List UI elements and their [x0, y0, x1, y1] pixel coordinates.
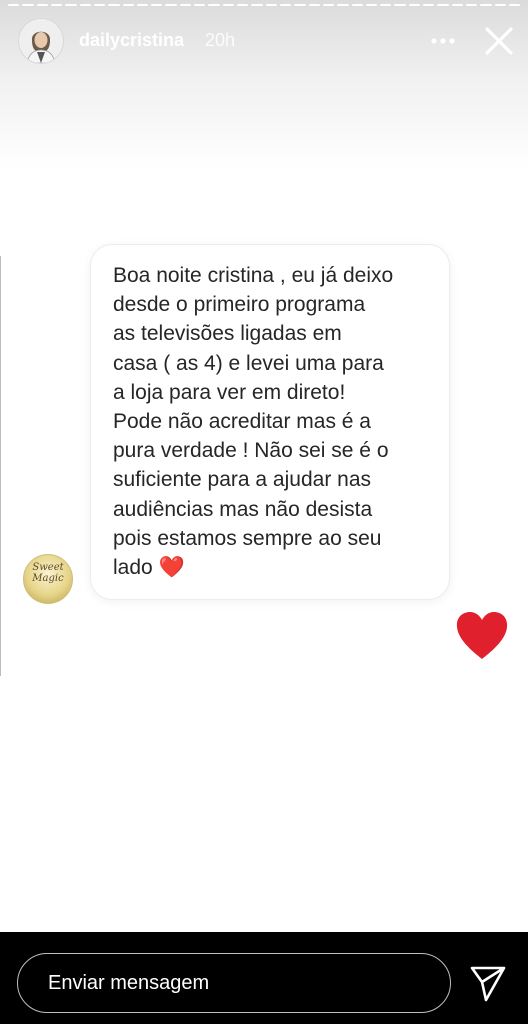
progress-segment	[365, 4, 378, 6]
profile-avatar[interactable]	[18, 18, 64, 64]
heart-emoji: ❤️	[158, 556, 185, 580]
progress-segment	[93, 4, 106, 6]
progress-segment	[179, 4, 192, 6]
message-body: Boa noite cristina , eu já deixo desde o…	[113, 264, 394, 580]
progress-segment	[108, 4, 120, 6]
progress-segment	[494, 4, 506, 6]
progress-segment	[437, 4, 449, 6]
progress-segment	[380, 4, 392, 6]
progress-segment	[122, 4, 134, 6]
progress-segment	[251, 4, 263, 6]
progress-segment	[22, 4, 34, 6]
reply-bar: Enviar mensagem	[0, 932, 528, 1024]
progress-segment	[237, 4, 249, 6]
progress-segment	[480, 4, 492, 6]
send-icon	[470, 966, 506, 1002]
progress-segment	[337, 4, 349, 6]
progress-segment	[165, 4, 177, 6]
progress-segment	[294, 4, 306, 6]
progress-segment	[265, 4, 277, 6]
message-text: Boa noite cristina , eu já deixo desde o…	[113, 261, 443, 582]
progress-segment	[151, 4, 163, 6]
progress-segment	[351, 4, 363, 6]
progress-segment	[423, 4, 435, 6]
progress-segment	[208, 4, 220, 6]
heart-icon	[456, 612, 508, 659]
progress-segment	[136, 4, 149, 6]
sticker-edge-divider	[0, 256, 1, 676]
progress-segment	[394, 4, 406, 6]
sender-avatar-logo: Sweet Magic	[32, 562, 64, 584]
progress-segment	[65, 4, 77, 6]
progress-segment	[322, 4, 335, 6]
progress-segment	[408, 4, 421, 6]
progress-segment	[308, 4, 320, 6]
story-progress-bar	[8, 4, 521, 6]
close-icon	[485, 27, 513, 55]
send-button[interactable]	[466, 962, 510, 1006]
progress-segment	[36, 4, 48, 6]
progress-segment	[194, 4, 206, 6]
progress-segment	[451, 4, 463, 6]
progress-segment	[79, 4, 91, 6]
message-bubble: Boa noite cristina , eu já deixo desde o…	[90, 244, 450, 600]
story-timestamp: 20h	[205, 30, 236, 50]
more-options-icon	[431, 38, 455, 44]
progress-segment	[508, 4, 521, 6]
progress-segment	[8, 4, 20, 6]
more-options-button[interactable]	[426, 26, 460, 56]
story-view[interactable]: dailycristina 20h Boa noite cristina , e…	[0, 0, 528, 932]
close-button[interactable]	[480, 22, 518, 60]
profile-photo	[19, 19, 63, 63]
sender-avatar: Sweet Magic	[23, 554, 73, 604]
story-username[interactable]: dailycristina	[79, 30, 184, 51]
send-message-input[interactable]: Enviar mensagem	[17, 953, 451, 1013]
progress-segment	[466, 4, 478, 6]
progress-segment	[50, 4, 63, 6]
heart-reaction-button[interactable]	[454, 610, 510, 662]
progress-segment	[222, 4, 234, 6]
progress-segment	[279, 4, 292, 6]
send-message-placeholder: Enviar mensagem	[48, 972, 210, 994]
